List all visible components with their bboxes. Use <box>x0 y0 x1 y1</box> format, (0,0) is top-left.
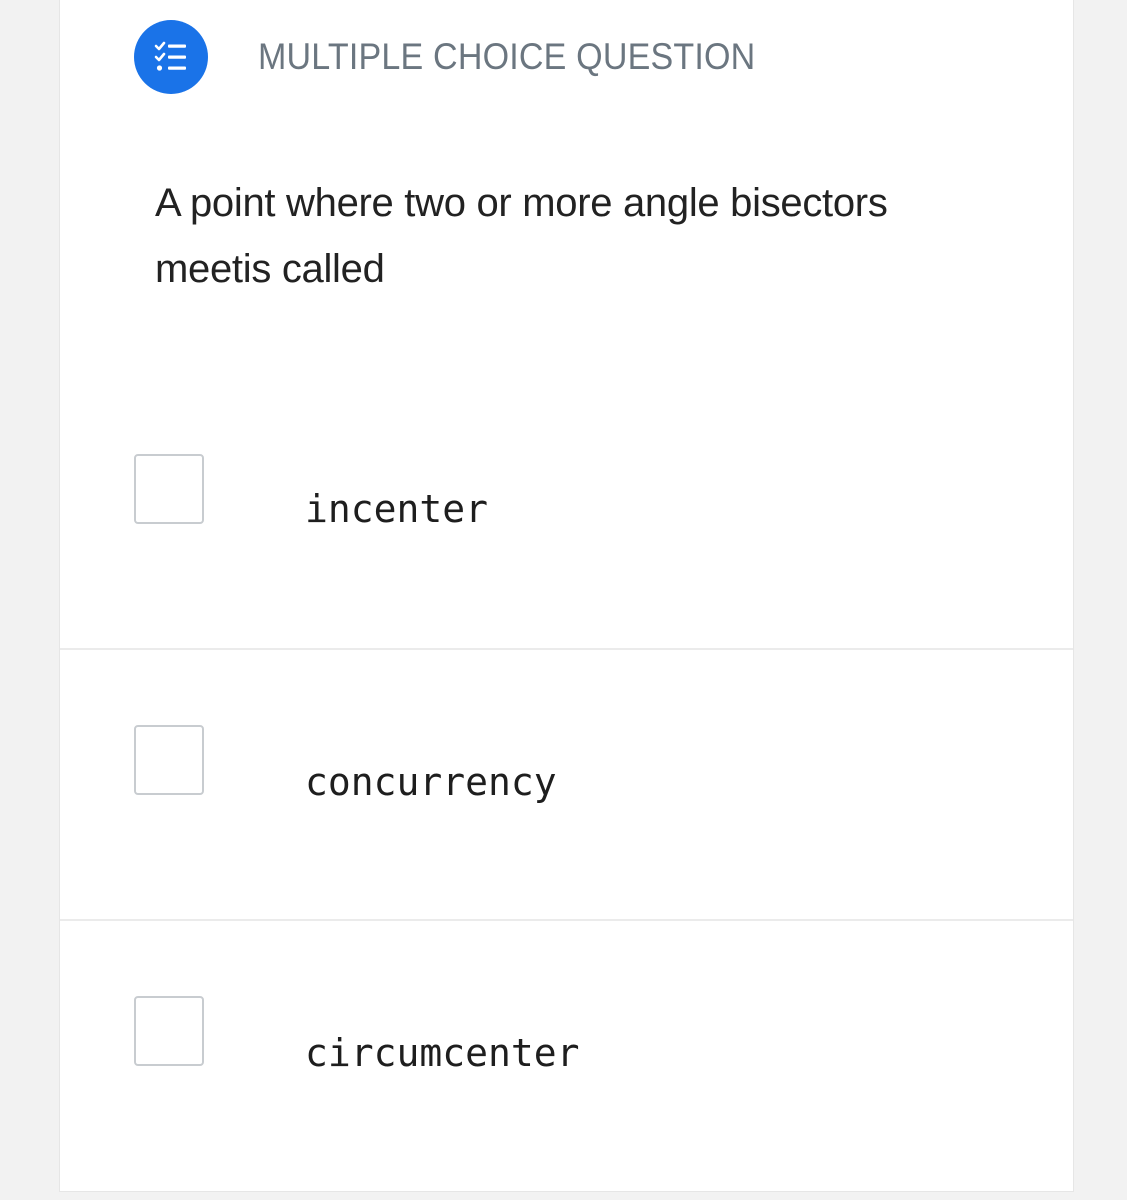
option-label: circumcenter <box>305 1031 580 1075</box>
answer-option-concurrency[interactable]: concurrency <box>60 648 1073 919</box>
question-type-label: MULTIPLE CHOICE QUESTION <box>258 36 756 77</box>
answer-option-circumcenter[interactable]: circumcenter <box>60 919 1073 1191</box>
answer-option-incenter[interactable]: incenter <box>60 390 1073 648</box>
checklist-icon <box>134 20 208 94</box>
option-checkbox[interactable] <box>134 725 204 795</box>
option-label: concurrency <box>305 760 557 804</box>
option-label: incenter <box>305 487 489 531</box>
option-checkbox[interactable] <box>134 996 204 1066</box>
question-card: MULTIPLE CHOICE QUESTION A point where t… <box>59 0 1074 1192</box>
question-header: MULTIPLE CHOICE QUESTION <box>134 20 799 94</box>
option-checkbox[interactable] <box>134 454 204 524</box>
question-text: A point where two or more angle bisector… <box>155 181 888 291</box>
